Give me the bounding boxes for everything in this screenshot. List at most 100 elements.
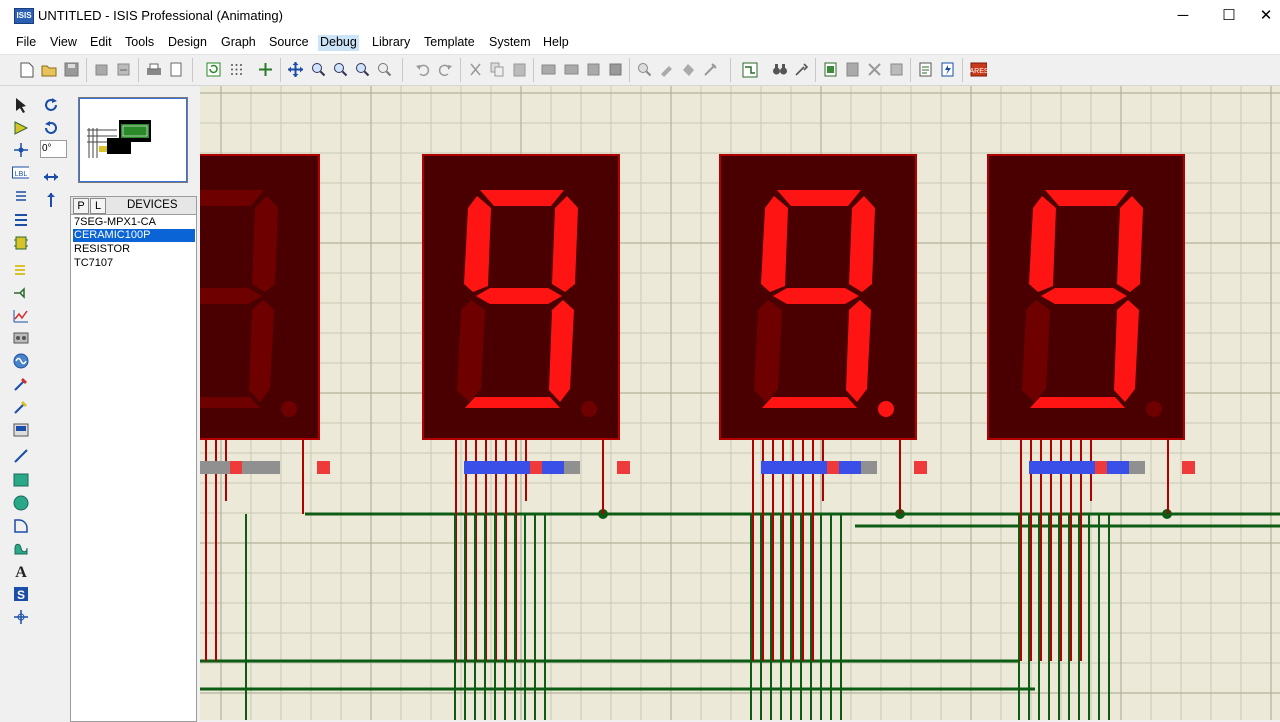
pin-state-high [1095,461,1107,474]
pan-icon[interactable] [287,61,304,78]
menu-design[interactable]: Design [166,35,209,51]
menu-edit[interactable]: Edit [88,35,114,51]
device-item-ceramic[interactable]: CERAMIC100P [73,229,195,242]
zoom-area-icon[interactable] [376,61,393,78]
junction-dot-icon[interactable] [12,141,29,158]
segment-a [480,190,564,206]
paste-icon[interactable] [511,61,528,78]
menu-view[interactable]: View [48,35,79,51]
schematic-drawing [200,86,1280,720]
export-icon[interactable] [115,61,132,78]
pin-state-strip [464,461,580,474]
block-move-icon[interactable] [563,61,580,78]
search-tag-icon[interactable] [771,61,788,78]
pick-from-libraries-button[interactable]: P [73,198,89,214]
print-area-icon[interactable] [167,61,184,78]
segment-b [1117,196,1143,292]
voltage-probe-icon[interactable] [12,375,29,392]
svg-text:LBL: LBL [15,171,28,178]
zoom-in-icon[interactable] [310,61,327,78]
close-button[interactable]: ✕ [1252,0,1280,32]
mirror-horizontal-icon[interactable] [42,168,59,185]
box-tool-icon[interactable] [12,471,29,488]
menu-source[interactable]: Source [267,35,311,51]
packaging-tool-icon[interactable] [680,61,697,78]
redo-icon[interactable] [437,61,454,78]
menu-library[interactable]: Library [370,35,412,51]
zoom-child-icon[interactable] [888,61,905,78]
line-tool-icon[interactable] [12,447,29,464]
marker-tool-icon[interactable] [12,608,29,625]
menu-tools[interactable]: Tools [123,35,156,51]
decompose-icon[interactable] [702,61,719,78]
remove-sheet-icon[interactable] [844,61,861,78]
origin-icon[interactable] [257,61,274,78]
selection-mode-icon[interactable] [12,96,29,113]
menu-system[interactable]: System [487,35,533,51]
block-copy-icon[interactable] [540,61,557,78]
arc-tool-icon[interactable] [12,517,29,534]
zoom-all-icon[interactable] [354,61,371,78]
device-pins-icon[interactable] [12,284,29,301]
menu-debug[interactable]: Debug [318,35,359,51]
menu-graph[interactable]: Graph [219,35,258,51]
overview-window[interactable] [78,97,188,183]
wire-label-icon[interactable]: LBL [12,164,29,181]
import-icon[interactable] [93,61,110,78]
graph-mode-icon[interactable] [12,307,29,324]
netlist-to-ares-icon[interactable]: ARES [970,61,987,78]
cut-icon[interactable] [467,61,484,78]
window-title: UNTITLED - ISIS Professional (Animating) [38,8,283,23]
block-rotate-icon[interactable] [585,61,602,78]
zoom-out-icon[interactable] [332,61,349,78]
pin-state-idle [564,461,580,474]
pick-device-icon[interactable] [636,61,653,78]
bill-of-materials-icon[interactable] [917,61,934,78]
library-manager-button[interactable]: L [90,198,106,214]
device-item-7seg[interactable]: 7SEG-MPX1-CA [73,216,195,229]
new-sheet-icon[interactable] [822,61,839,78]
block-delete-icon[interactable] [607,61,624,78]
maximize-button[interactable]: ☐ [1206,0,1252,32]
print-icon[interactable] [145,61,162,78]
property-tool-icon[interactable] [793,61,810,78]
refresh-icon[interactable] [205,61,222,78]
grid-icon[interactable] [228,61,245,78]
rotation-field[interactable]: 0° [40,140,67,158]
undo-icon[interactable] [414,61,431,78]
make-device-icon[interactable] [658,61,675,78]
current-probe-icon[interactable] [12,398,29,415]
menu-help[interactable]: Help [541,35,571,51]
menu-template[interactable]: Template [422,35,477,51]
wire-autorouter-icon[interactable] [741,61,758,78]
mirror-vertical-icon[interactable] [42,191,59,208]
exit-parent-icon[interactable] [866,61,883,78]
device-item-resistor[interactable]: RESISTOR [73,243,195,256]
subcircuit-icon[interactable] [12,234,29,251]
buses-icon[interactable] [12,211,29,228]
new-file-icon[interactable] [18,61,35,78]
tape-recorder-icon[interactable] [12,329,29,346]
schematic-canvas[interactable] [200,86,1280,720]
rotate-clockwise-icon[interactable] [42,96,59,113]
electrical-check-icon[interactable] [939,61,956,78]
copy-icon[interactable] [489,61,506,78]
path-tool-icon[interactable] [12,539,29,556]
virtual-instruments-icon[interactable] [12,421,29,438]
menu-file[interactable]: File [14,35,38,51]
circle-tool-icon[interactable] [12,494,29,511]
text-script-icon[interactable] [12,188,29,205]
text-tool-icon[interactable]: A [12,562,29,579]
segment-b [849,196,875,292]
rotate-anticlockwise-icon[interactable] [42,119,59,136]
device-item-tc7107[interactable]: TC7107 [73,257,195,270]
pin-state-strip [761,461,877,474]
save-icon[interactable] [63,61,80,78]
component-mode-icon[interactable] [12,119,29,136]
symbol-tool-icon[interactable]: S [12,585,29,602]
device-selector: P L DEVICES 7SEG-MPX1-CA CERAMIC100P RES… [70,196,197,722]
minimize-button[interactable]: ─ [1160,0,1206,32]
terminals-icon[interactable] [12,261,29,278]
generator-icon[interactable] [12,352,29,369]
open-folder-icon[interactable] [40,61,57,78]
